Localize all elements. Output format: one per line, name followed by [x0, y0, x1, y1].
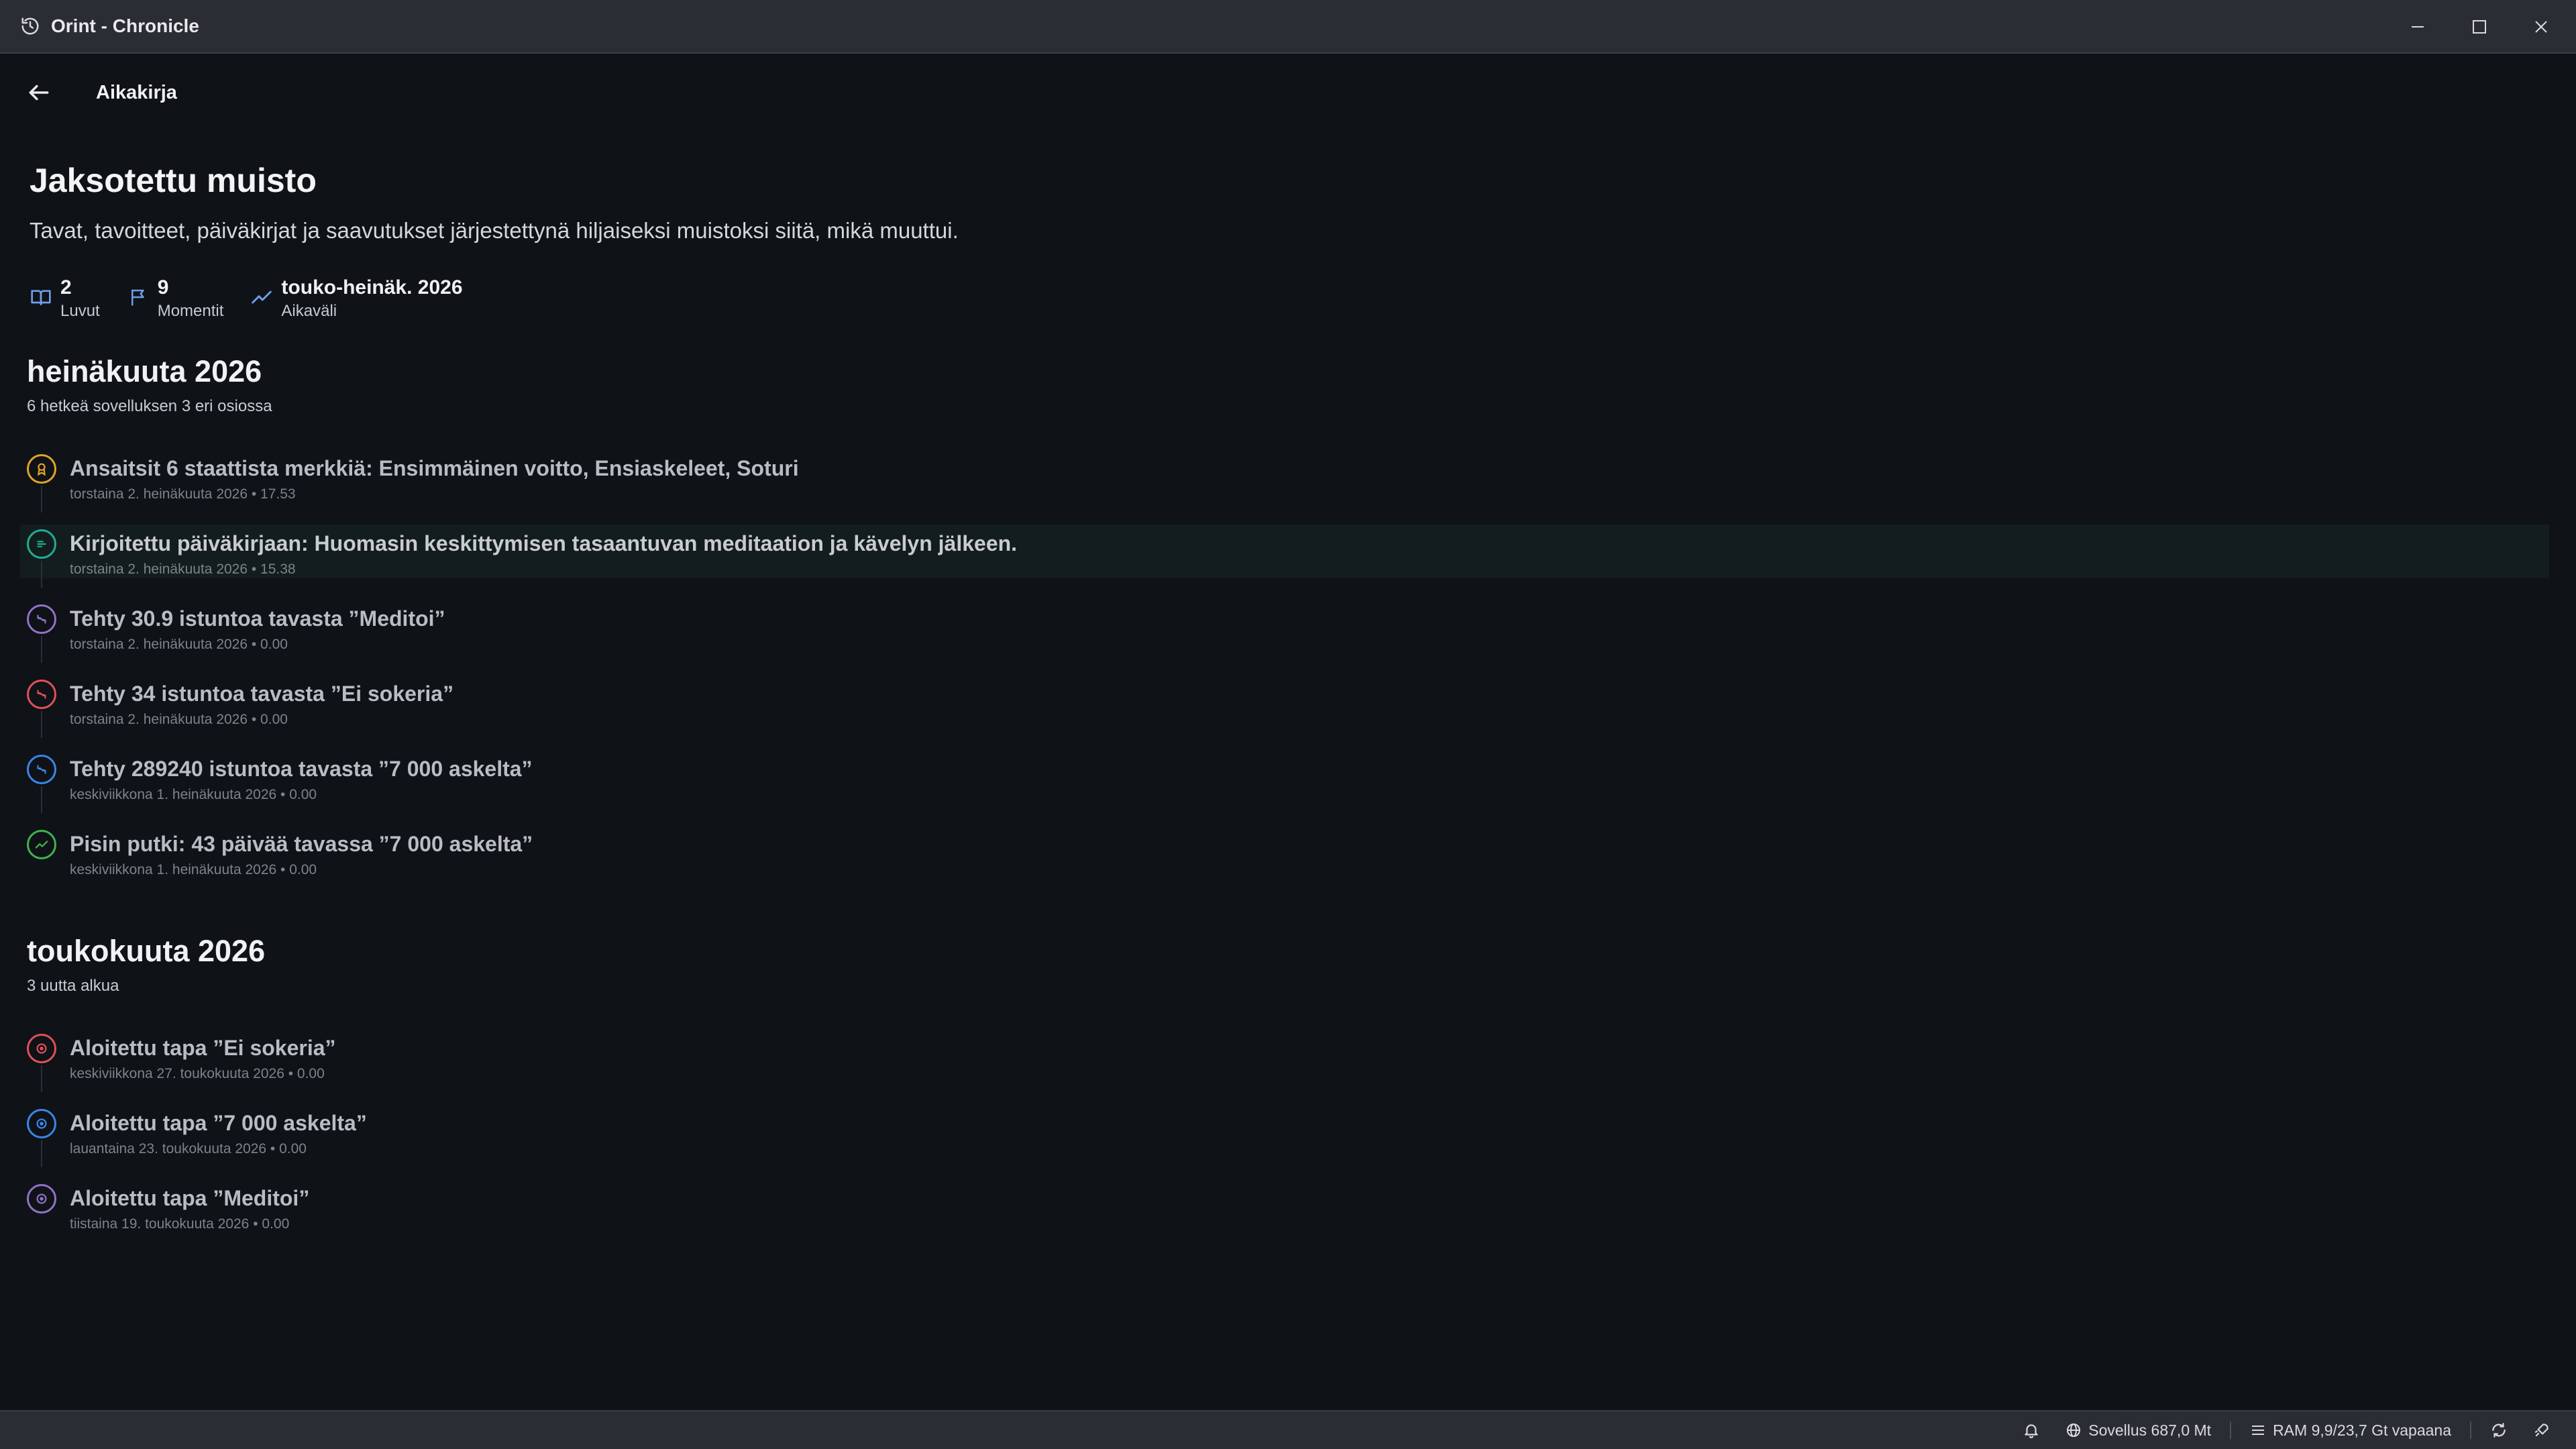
recycle-icon[interactable]: [2490, 1421, 2514, 1439]
globe-icon: [2067, 1424, 2081, 1437]
section-subtitle: 6 hetkeä sovelluksen 3 eri osiossa: [27, 397, 272, 415]
title-bar: Orint - Chronicle: [0, 0, 2576, 54]
bell-icon[interactable]: [2023, 1421, 2047, 1439]
streak-icon: [27, 830, 56, 859]
timeline-event[interactable]: Aloitettu tapa ”Meditoi” tiistaina 19. t…: [20, 1179, 2549, 1233]
section-title: toukokuuta 2026: [27, 934, 266, 968]
trend-icon: [250, 286, 273, 309]
event-time: keskiviikkona 1. heinäkuuta 2026 • 0.00: [70, 787, 317, 802]
arrow-left-icon: [29, 85, 49, 101]
timeline-connector: [41, 636, 42, 663]
stat-value: 2: [60, 276, 72, 299]
status-bar: Sovellus 687,0 Mt RAM 9,9/23,7 Gt vapaan…: [0, 1410, 2576, 1449]
section-title: heinäkuuta 2026: [27, 354, 262, 388]
timeline-event[interactable]: Aloitettu tapa ”7 000 askelta” lauantain…: [20, 1104, 2549, 1167]
start-icon: [27, 1184, 56, 1214]
book-icon: [30, 286, 52, 309]
event-title: Ansaitsit 6 staattista merkkiä: Ensimmäi…: [70, 456, 799, 480]
app-memory: Sovellus 687,0 Mt: [2065, 1421, 2211, 1440]
event-time: torstaina 2. heinäkuuta 2026 • 0.00: [70, 637, 288, 652]
event-title: Pisin putki: 43 päivää tavassa ”7 000 as…: [70, 832, 533, 856]
event-time: torstaina 2. heinäkuuta 2026 • 17.53: [70, 486, 296, 502]
back-button[interactable]: [20, 74, 58, 111]
page-header: Aikakirja: [0, 54, 2576, 127]
repeat-icon: [27, 680, 56, 709]
stat-label: Luvut: [60, 302, 100, 320]
page-title: Jaksotettu muisto: [30, 162, 317, 199]
timeline-connector: [41, 561, 42, 588]
event-title: Aloitettu tapa ”Ei sokeria”: [70, 1036, 336, 1060]
rocket-icon[interactable]: [2533, 1421, 2557, 1439]
timeline-connector: [41, 1065, 42, 1092]
stat-value: 9: [157, 276, 169, 299]
history-icon: [19, 15, 42, 38]
repeat-icon: [27, 755, 56, 784]
close-button[interactable]: [2510, 0, 2572, 54]
timeline-event[interactable]: Aloitettu tapa ”Ei sokeria” keskiviikkon…: [20, 1029, 2549, 1092]
minimize-button[interactable]: [2387, 0, 2449, 54]
event-title: Aloitettu tapa ”7 000 askelta”: [70, 1111, 367, 1135]
event-title: Aloitettu tapa ”Meditoi”: [70, 1186, 310, 1210]
stat-range: touko-heinäk. 2026 Aikaväli: [250, 275, 463, 322]
section-subtitle: 3 uutta alkua: [27, 977, 119, 995]
start-icon: [27, 1109, 56, 1138]
event-time: keskiviikkona 27. toukokuuta 2026 • 0.00: [70, 1066, 325, 1081]
flag-icon: [127, 286, 150, 309]
event-time: lauantaina 23. toukokuuta 2026 • 0.00: [70, 1141, 307, 1157]
start-icon: [27, 1034, 56, 1063]
event-time: torstaina 2. heinäkuuta 2026 • 0.00: [70, 712, 288, 727]
event-title: Tehty 34 istuntoa tavasta ”Ei sokeria”: [70, 682, 454, 706]
timeline-event[interactable]: Tehty 34 istuntoa tavasta ”Ei sokeria” t…: [20, 675, 2549, 738]
stat-label: Momentit: [157, 302, 224, 320]
timeline-connector: [41, 1140, 42, 1167]
timeline-event[interactable]: Kirjoitettu päiväkirjaan: Huomasin keski…: [20, 525, 2549, 588]
divider: [2470, 1421, 2471, 1439]
journal-icon: [27, 529, 56, 559]
timeline-connector: [41, 486, 42, 513]
timeline-event[interactable]: Ansaitsit 6 staattista merkkiä: Ensimmäi…: [20, 449, 2549, 513]
event-title: Kirjoitettu päiväkirjaan: Huomasin keski…: [70, 531, 1018, 555]
event-title: Tehty 30.9 istuntoa tavasta ”Meditoi”: [70, 606, 445, 631]
stat-label: Aikaväli: [281, 302, 337, 320]
badge-icon: [27, 454, 56, 484]
event-title: Tehty 289240 istuntoa tavasta ”7 000 ask…: [70, 757, 533, 781]
timeline-connector: [41, 786, 42, 813]
timeline-event[interactable]: Pisin putki: 43 päivää tavassa ”7 000 as…: [20, 825, 2549, 879]
ram-label: RAM 9,9/23,7 Gt vapaana: [2273, 1421, 2451, 1439]
event-time: torstaina 2. heinäkuuta 2026 • 15.38: [70, 561, 296, 577]
stat-moments: 9 Momentit: [127, 275, 224, 322]
app-memory-label: Sovellus 687,0 Mt: [2088, 1421, 2212, 1439]
timeline-event[interactable]: Tehty 289240 istuntoa tavasta ”7 000 ask…: [20, 750, 2549, 813]
stat-chapters: 2 Luvut: [30, 275, 100, 322]
timeline-connector: [41, 711, 42, 738]
timeline-event[interactable]: Tehty 30.9 istuntoa tavasta ”Meditoi” to…: [20, 600, 2549, 663]
page-subtitle: Tavat, tavoitteet, päiväkirjat ja saavut…: [30, 218, 959, 243]
divider: [2230, 1421, 2232, 1439]
stat-value: touko-heinäk. 2026: [281, 276, 463, 299]
ram-usage: RAM 9,9/23,7 Gt vapaana: [2250, 1421, 2451, 1440]
header-title: Aikakirja: [96, 82, 177, 103]
repeat-icon: [27, 604, 56, 634]
stats-row: 2 Luvut 9 Momentit touko-heinäk. 2026 Ai…: [30, 275, 490, 322]
memory-icon: [2252, 1426, 2265, 1435]
event-time: tiistaina 19. toukokuuta 2026 • 0.00: [70, 1216, 290, 1232]
maximize-button[interactable]: [2449, 0, 2510, 54]
event-time: keskiviikkona 1. heinäkuuta 2026 • 0.00: [70, 862, 317, 877]
window-title: Orint - Chronicle: [51, 15, 199, 36]
